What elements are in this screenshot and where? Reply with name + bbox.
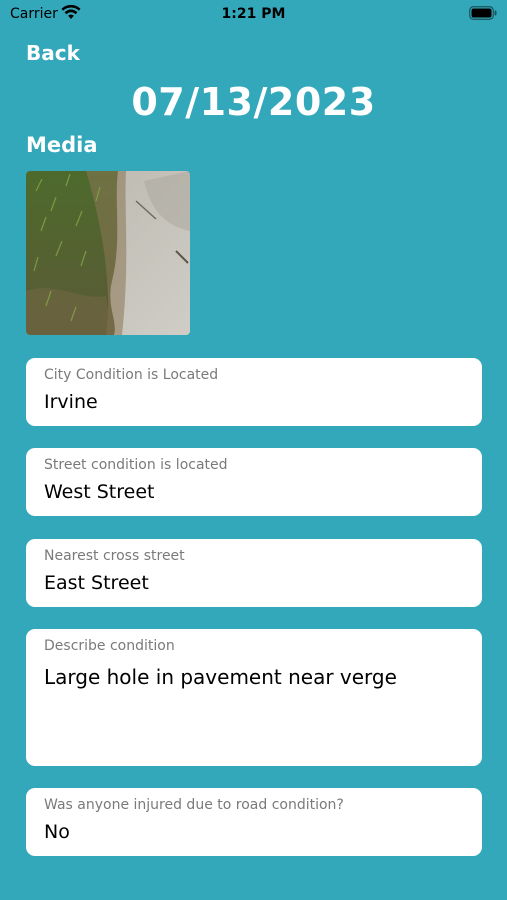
cross-street-field-value: East Street — [44, 572, 149, 594]
city-field-label: City Condition is Located — [44, 367, 219, 383]
street-field-value: West Street — [44, 481, 155, 503]
media-thumbnail[interactable] — [26, 171, 190, 335]
cross-street-field[interactable]: Nearest cross street East Street — [26, 539, 482, 607]
describe-condition-field[interactable]: Describe condition Large hole in pavemen… — [26, 629, 482, 766]
battery-icon — [469, 6, 497, 23]
street-field[interactable]: Street condition is located West Street — [26, 448, 482, 516]
street-field-label: Street condition is located — [44, 457, 228, 473]
city-field[interactable]: City Condition is Located Irvine — [26, 358, 482, 426]
report-date: 07/13/2023 — [131, 80, 376, 124]
injury-field-label: Was anyone injured due to road condition… — [44, 797, 344, 813]
describe-condition-value: Large hole in pavement near verge — [44, 665, 397, 689]
city-field-value: Irvine — [44, 391, 98, 413]
injury-field-value: No — [44, 821, 70, 843]
status-bar: Carrier 1:21 PM — [0, 0, 507, 28]
cross-street-field-label: Nearest cross street — [44, 548, 185, 564]
describe-condition-label: Describe condition — [44, 638, 175, 654]
injury-field[interactable]: Was anyone injured due to road condition… — [26, 788, 482, 856]
status-time: 1:21 PM — [221, 6, 286, 22]
back-button[interactable]: Back — [26, 41, 80, 65]
media-heading: Media — [26, 133, 98, 157]
